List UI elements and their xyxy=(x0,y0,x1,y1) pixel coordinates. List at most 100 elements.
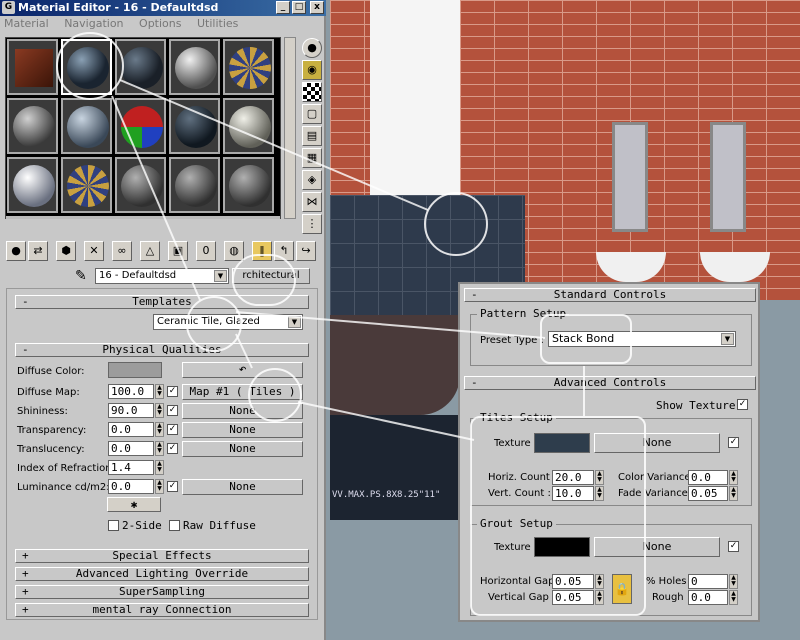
two-side-checkbox[interactable] xyxy=(108,520,119,531)
physical-row-map-checkbox[interactable]: ✓ xyxy=(167,443,178,454)
physical-row-value-field[interactable]: 0.0 xyxy=(108,441,154,456)
show-texture-checkbox[interactable]: ✓ xyxy=(737,399,748,410)
tiles-texture-checkbox[interactable]: ✓ xyxy=(728,437,739,448)
background-checker-icon[interactable] xyxy=(302,82,322,102)
eyedropper-icon[interactable]: ✎ xyxy=(75,268,87,284)
advanced-controls-header[interactable]: - Advanced Controls xyxy=(464,376,756,390)
sample-slot[interactable] xyxy=(61,98,112,154)
backlight-icon[interactable]: ◉ xyxy=(302,60,322,80)
sample-slot[interactable] xyxy=(115,98,166,154)
sample-slot[interactable] xyxy=(223,157,274,213)
physical-row-spinner[interactable]: ▲ ▼ xyxy=(155,384,164,399)
physical-row-map-button[interactable]: None xyxy=(182,441,303,457)
physical-row-spinner[interactable]: ▲ ▼ xyxy=(155,479,164,494)
physical-row-label: Shininess: xyxy=(17,406,68,417)
physical-row-spinner[interactable]: ▲ ▼ xyxy=(155,460,164,475)
color-variance-field[interactable]: 0.0 xyxy=(688,470,728,485)
options-icon[interactable]: ◈ xyxy=(302,170,322,190)
physical-row-map-checkbox[interactable]: ✓ xyxy=(167,386,178,397)
physical-row-spinner[interactable]: ▲ ▼ xyxy=(155,422,164,437)
minimize-button[interactable]: _ xyxy=(276,1,290,14)
title-bar[interactable]: G Material Editor - 16 - Defaultdsd _ □ … xyxy=(0,0,326,16)
physical-row-map-checkbox[interactable]: ✓ xyxy=(167,424,178,435)
chevron-down-icon[interactable]: ▼ xyxy=(721,333,734,345)
menu-material[interactable]: Material xyxy=(4,17,49,30)
make-copy-icon[interactable]: △ xyxy=(140,241,160,261)
physical-row-spinner[interactable]: ▲ ▼ xyxy=(155,403,164,418)
physical-row-map-button[interactable]: None xyxy=(182,479,303,495)
close-button[interactable]: x xyxy=(310,1,324,14)
material-effects-channel-icon[interactable]: 0 xyxy=(196,241,216,261)
brick-wall-left xyxy=(330,0,370,200)
physical-row-map-checkbox[interactable]: ✓ xyxy=(167,405,178,416)
sample-slot[interactable] xyxy=(7,98,58,154)
show-texture-label: Show Texture xyxy=(656,399,736,412)
sample-slot[interactable] xyxy=(169,39,220,95)
highlight-circle xyxy=(424,192,488,256)
fade-variance-spinner[interactable]: ▲ ▼ xyxy=(729,486,738,501)
sample-slot[interactable] xyxy=(7,39,58,95)
mental-ray-connection-header[interactable]: + mental ray Connection xyxy=(15,603,309,617)
physical-row-map-checkbox[interactable]: ✓ xyxy=(167,481,178,492)
physical-row-map-button[interactable]: None xyxy=(182,422,303,438)
menu-utilities[interactable]: Utilities xyxy=(197,17,238,30)
chevron-down-icon[interactable]: ▼ xyxy=(288,316,301,328)
sample-uv-icon[interactable]: ▢ xyxy=(302,104,322,124)
holes-field[interactable]: 0 xyxy=(688,574,728,589)
sample-slot[interactable] xyxy=(223,39,274,95)
physical-qualities-header[interactable]: - Physical Qualities xyxy=(15,343,309,357)
sample-slot[interactable] xyxy=(115,157,166,213)
menu-options[interactable]: Options xyxy=(139,17,181,30)
put-to-scene-icon[interactable]: ⇄ xyxy=(28,241,48,261)
luminance-from-light-button[interactable]: ✱ xyxy=(107,497,161,512)
rough-field[interactable]: 0.0 xyxy=(688,590,728,605)
physical-row-value-field[interactable]: 0.0 xyxy=(108,479,154,494)
chevron-down-icon[interactable]: ▼ xyxy=(214,270,227,282)
physical-row-value-field[interactable]: 0.0 xyxy=(108,422,154,437)
raw-diffuse-checkbox[interactable] xyxy=(169,520,180,531)
make-unique-icon[interactable]: ∞ xyxy=(112,241,132,261)
highlight-circle xyxy=(248,368,302,422)
sample-slots xyxy=(5,37,281,219)
select-by-material-icon[interactable]: ⋈ xyxy=(302,192,322,212)
sample-slot[interactable] xyxy=(223,98,274,154)
two-side-label: 2-Side xyxy=(122,519,162,532)
physical-row-value-field[interactable]: 90.0 xyxy=(108,403,154,418)
app-icon: G xyxy=(2,1,15,14)
diffuse-color-label: Diffuse Color: xyxy=(17,366,85,377)
holes-spinner[interactable]: ▲ ▼ xyxy=(729,574,738,589)
sample-type-icon[interactable]: ● xyxy=(302,38,322,58)
highlight-circle xyxy=(232,254,296,306)
grout-texture-checkbox[interactable]: ✓ xyxy=(728,541,739,552)
go-forward-sibling-icon[interactable]: ↪ xyxy=(296,241,316,261)
material-navigator-icon[interactable]: ⋮ xyxy=(302,214,322,234)
make-preview-icon[interactable]: ▦ xyxy=(302,148,322,168)
special-effects-header[interactable]: + Special Effects xyxy=(15,549,309,563)
put-to-library-icon[interactable]: ▣ xyxy=(168,241,188,261)
advanced-lighting-override-header[interactable]: + Advanced Lighting Override xyxy=(15,567,309,581)
physical-row-value-field[interactable]: 1.4 xyxy=(108,460,154,475)
sample-slot[interactable] xyxy=(61,157,112,213)
reset-map-icon[interactable]: ✕ xyxy=(84,241,104,261)
menu-navigation[interactable]: Navigation xyxy=(64,17,123,30)
assign-to-selection-icon[interactable]: ⬢ xyxy=(56,241,76,261)
video-check-icon[interactable]: ▤ xyxy=(302,126,322,146)
horizontal-scrollbar[interactable] xyxy=(6,216,280,219)
diffuse-color-swatch[interactable] xyxy=(108,362,162,378)
maximize-button[interactable]: □ xyxy=(292,1,306,14)
color-variance-spinner[interactable]: ▲ ▼ xyxy=(729,470,738,485)
vertical-scrollbar[interactable] xyxy=(284,37,296,219)
get-material-icon[interactable]: ● xyxy=(6,241,26,261)
physical-row-spinner[interactable]: ▲ ▼ xyxy=(155,441,164,456)
sample-slot[interactable] xyxy=(169,157,220,213)
show-map-in-viewport-icon[interactable]: ◍ xyxy=(224,241,244,261)
standard-controls-header[interactable]: - Standard Controls xyxy=(464,288,756,302)
rough-spinner[interactable]: ▲ ▼ xyxy=(729,590,738,605)
preset-type-label: Preset Type : xyxy=(480,335,544,346)
sample-slot[interactable] xyxy=(7,157,58,213)
fade-variance-field[interactable]: 0.05 xyxy=(688,486,728,501)
supersampling-header[interactable]: + SuperSampling xyxy=(15,585,309,599)
material-name-field[interactable]: 16 - Defaultdsd ▼ xyxy=(95,268,229,284)
sample-slot[interactable] xyxy=(169,98,220,154)
physical-row-value-field[interactable]: 100.0 xyxy=(108,384,154,399)
